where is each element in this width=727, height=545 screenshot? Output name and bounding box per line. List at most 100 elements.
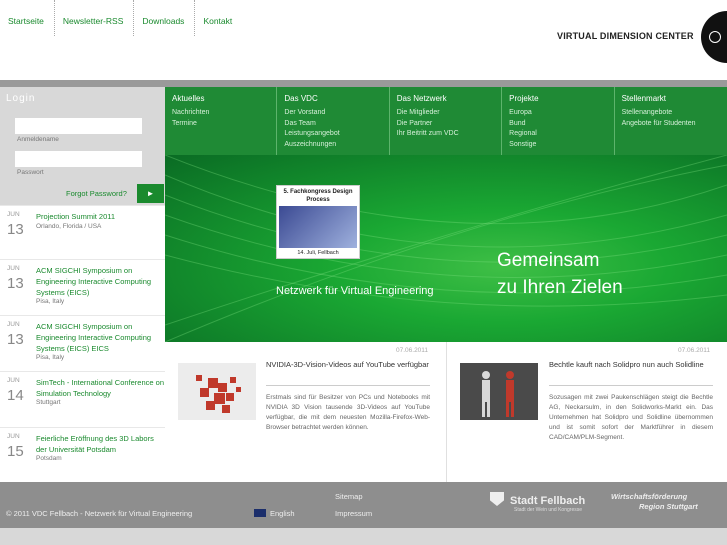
- crest-icon: [490, 492, 504, 506]
- figures-image: [460, 363, 538, 420]
- menu-item[interactable]: Angebote für Studenten: [622, 119, 727, 130]
- forgot-password-link[interactable]: Forgot Password?: [66, 189, 127, 198]
- nav-startseite[interactable]: Startseite: [0, 0, 55, 36]
- menu-item[interactable]: Europa: [509, 108, 613, 119]
- menu-column-stellenmarkt: Stellenmarkt Stellenangebote Angebote fü…: [615, 87, 727, 155]
- nav-downloads[interactable]: Downloads: [134, 0, 196, 36]
- news-item: 07.06.2011 NVIDIA-3D-Vision-Videos auf Y…: [165, 342, 447, 482]
- event-location: Pisa, Italy: [36, 298, 65, 305]
- menu-item[interactable]: Bund: [509, 119, 613, 130]
- banner-netzwerk-text: Netzwerk für Virtual Engineering: [276, 285, 434, 297]
- stadt-subtitle: Stadt der Wein und Kongresse: [514, 507, 583, 513]
- menu-column-aktuelles: Aktuelles Nachrichten Termine: [165, 87, 278, 155]
- event-day: 14: [7, 387, 24, 404]
- event-title[interactable]: ACM SIGCHI Symposium on Engineering Inte…: [36, 265, 164, 298]
- menu-head[interactable]: Stellenmarkt: [622, 94, 727, 103]
- menu-item[interactable]: Das Team: [284, 119, 388, 130]
- event-title[interactable]: SimTech - International Conference on Si…: [36, 377, 164, 399]
- sidebar: Login Anmeldename Passwort Forgot Passwo…: [0, 87, 165, 483]
- bottom-strip: [0, 528, 727, 545]
- language-label: English: [270, 509, 295, 518]
- footer-copyright: © 2011 VDC Fellbach - Netzwerk für Virtu…: [6, 509, 193, 518]
- menu-head[interactable]: Aktuelles: [172, 94, 276, 103]
- news-date: 07.06.2011: [678, 347, 711, 354]
- event-day: 13: [7, 331, 24, 348]
- cubes-image: [178, 363, 256, 420]
- event-day: 13: [7, 275, 24, 292]
- event-month: JUN: [7, 377, 20, 384]
- menu-item[interactable]: Leistungsangebot: [284, 129, 388, 140]
- news-thumbnail-cubes[interactable]: [178, 363, 256, 420]
- poster-image: [279, 206, 357, 248]
- event-day: 15: [7, 443, 24, 460]
- footer-sitemap-link[interactable]: Sitemap: [335, 492, 363, 501]
- event-item[interactable]: JUN 15 Feierliche Eröffnung des 3D Labor…: [0, 427, 165, 483]
- language-switch[interactable]: English: [254, 509, 295, 518]
- menu-item[interactable]: Die Mitglieder: [397, 108, 501, 119]
- login-title: Login: [6, 93, 36, 104]
- news-body: Erstmals sind für Besitzer von PCs und N…: [266, 394, 430, 431]
- stadt-fellbach-logo[interactable]: Stadt Fellbach Stadt der Wein und Kongre…: [490, 492, 585, 513]
- top-navigation: Startseite Newsletter-RSS Downloads Kont…: [0, 0, 242, 40]
- footer-impressum-link[interactable]: Impressum: [335, 509, 372, 518]
- footer: © 2011 VDC Fellbach - Netzwerk für Virtu…: [0, 482, 727, 528]
- login-button[interactable]: ►: [137, 184, 164, 203]
- congress-poster[interactable]: 5. Fachkongress Design Process 14. Juli,…: [276, 185, 360, 259]
- menu-item[interactable]: Regional: [509, 129, 613, 140]
- username-label: Anmeldename: [17, 136, 59, 143]
- event-title[interactable]: ACM SIGCHI Symposium on Engineering Inte…: [36, 321, 164, 354]
- menu-column-das-vdc: Das VDC Der Vorstand Das Team Leistungsa…: [277, 87, 390, 155]
- news-divider: [549, 385, 713, 386]
- divider-bar: [0, 80, 727, 87]
- menu-item[interactable]: Auszeichnungen: [284, 140, 388, 151]
- news-item: 07.06.2011 Bechtle kauft nach Solidpro n…: [447, 342, 727, 482]
- nav-newsletter-rss[interactable]: Newsletter-RSS: [55, 0, 135, 36]
- event-item[interactable]: JUN 14 SimTech - International Conferenc…: [0, 371, 165, 427]
- event-item[interactable]: JUN 13 ACM SIGCHI Symposium on Engineeri…: [0, 315, 165, 371]
- password-input[interactable]: [15, 151, 142, 167]
- menu-item[interactable]: Termine: [172, 119, 276, 130]
- event-location: Pisa, Italy: [36, 354, 65, 361]
- logo-icon[interactable]: [701, 11, 727, 63]
- news-body: Sozusagen mit zwei Paukenschlägen steigt…: [549, 394, 713, 441]
- banner-slogan: Gemeinsam zu Ihren Zielen: [497, 247, 623, 301]
- logo-text[interactable]: VIRTUAL DIMENSION CENTER: [557, 31, 694, 41]
- event-day: 13: [7, 221, 24, 238]
- poster-date: 14. Juli, Fellbach: [297, 250, 339, 256]
- menu-item[interactable]: Ihr Beitritt zum VDC: [397, 129, 501, 140]
- stadt-name: Stadt Fellbach: [510, 495, 586, 507]
- news-divider: [266, 385, 430, 386]
- menu-column-das-netzwerk: Das Netzwerk Die Mitglieder Die Partner …: [390, 87, 503, 155]
- event-title[interactable]: Feierliche Eröffnung des 3D Labors der U…: [36, 433, 164, 455]
- menu-head[interactable]: Projekte: [509, 94, 613, 103]
- news-date: 07.06.2011: [396, 347, 429, 354]
- event-location: Potsdam: [36, 455, 62, 462]
- event-item[interactable]: JUN 13 Projection Summit 2011 Orlando, F…: [0, 205, 165, 259]
- menu-head[interactable]: Das Netzwerk: [397, 94, 501, 103]
- news-headline[interactable]: Bechtle kauft nach Solidpro nun auch Sol…: [549, 360, 713, 370]
- nav-kontakt[interactable]: Kontakt: [195, 0, 242, 36]
- uk-flag-icon: [254, 509, 266, 517]
- menu-head[interactable]: Das VDC: [284, 94, 388, 103]
- wf-line-1: Wirtschaftsförderung: [611, 492, 688, 501]
- poster-title: 5. Fachkongress Design Process: [283, 189, 353, 203]
- menu-item[interactable]: Stellenangebote: [622, 108, 727, 119]
- event-month: JUN: [7, 433, 20, 440]
- menu-column-projekte: Projekte Europa Bund Regional Sonstige: [502, 87, 615, 155]
- menu-item[interactable]: Nachrichten: [172, 108, 276, 119]
- main-menu: Aktuelles Nachrichten Termine Das VDC De…: [165, 87, 727, 155]
- menu-item[interactable]: Sonstige: [509, 140, 613, 151]
- slogan-line-2: zu Ihren Zielen: [497, 277, 623, 298]
- menu-item[interactable]: Der Vorstand: [284, 108, 388, 119]
- wf-line-2: Region Stuttgart: [639, 502, 698, 511]
- event-title[interactable]: Projection Summit 2011: [36, 211, 164, 222]
- banner-lines: [165, 155, 727, 342]
- news-thumbnail-figures[interactable]: [460, 363, 538, 420]
- wirtschaftsfoerderung-logo[interactable]: Wirtschaftsförderung Region Stuttgart: [611, 492, 698, 512]
- event-location: Stuttgart: [36, 399, 61, 406]
- news-headline[interactable]: NVIDIA-3D-Vision-Videos auf YouTube verf…: [266, 360, 430, 370]
- event-item[interactable]: JUN 13 ACM SIGCHI Symposium on Engineeri…: [0, 259, 165, 315]
- menu-item[interactable]: Die Partner: [397, 119, 501, 130]
- username-input[interactable]: [15, 118, 142, 134]
- hero-banner[interactable]: 5. Fachkongress Design Process 14. Juli,…: [165, 155, 727, 342]
